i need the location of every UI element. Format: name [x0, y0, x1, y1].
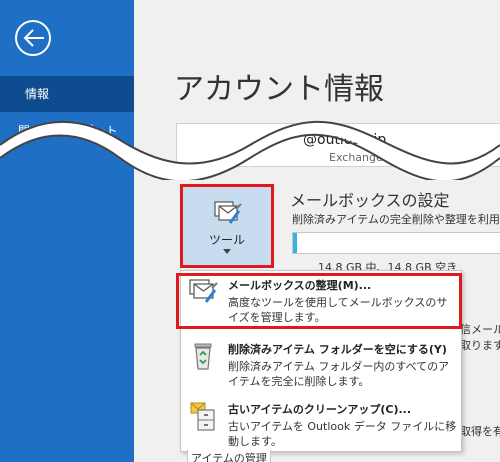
- mailbox-settings-desc: 削除済みアイテムの完全削除や整理を利用: [292, 213, 500, 226]
- menu-item-mailbox-cleanup[interactable]: メールボックスの整理(M)... 高度なツールを使用してメールボックスのサイズを…: [181, 271, 461, 327]
- mailbox-cleanup-icon: [189, 279, 218, 303]
- menu-item-title: 削除済みアイテム フォルダーを空にする(Y): [228, 343, 447, 356]
- sidebar-item-info[interactable]: 情報: [0, 76, 134, 112]
- backstage-sidebar: 情報 開く/エクスポート: [0, 0, 134, 462]
- back-button[interactable]: [15, 20, 51, 56]
- mailbox-settings-title: メールボックスの設定: [290, 191, 450, 210]
- tools-button[interactable]: ツール: [180, 184, 274, 268]
- mailbox-usage-bar: [292, 232, 500, 254]
- menu-item-desc: 削除済みアイテム フォルダー内のすべてのアイテムを完全に削除します。: [228, 360, 450, 388]
- arrow-left-icon: [23, 29, 44, 47]
- mailbox-usage-fill: [293, 233, 298, 253]
- mailbox-tools-icon: [214, 201, 242, 224]
- side-text-3: 取得を有: [460, 425, 500, 438]
- wave-separator: [0, 120, 500, 180]
- chevron-down-icon: [223, 249, 231, 254]
- tools-dropdown-menu: メールボックスの整理(M)... 高度なツールを使用してメールボックスのサイズを…: [180, 270, 462, 452]
- menu-item-desc: 高度なツールを使用してメールボックスのサイズを管理します。: [228, 296, 448, 324]
- recycle-bin-icon: [194, 343, 212, 370]
- archive-cabinet-icon: [190, 402, 215, 431]
- menu-item-title: 古いアイテムのクリーンアップ(C)...: [228, 403, 412, 416]
- tools-button-label: ツール: [208, 233, 245, 247]
- menu-item-empty-deleted[interactable]: 削除済みアイテム フォルダーを空にする(Y) 削除済みアイテム フォルダー内のす…: [181, 335, 461, 391]
- page-title: アカウント情報: [174, 72, 384, 107]
- manage-items-label: アイテムの管理: [187, 450, 271, 462]
- menu-item-title: メールボックスの整理(M)...: [228, 279, 372, 292]
- menu-item-desc: 古いアイテムを Outlook データ ファイルに移動します。: [228, 420, 457, 448]
- menu-item-cleanup-old-items[interactable]: 古いアイテムのクリーンアップ(C)... 古いアイテムを Outlook データ…: [181, 395, 461, 451]
- side-text-1: 信メール: [460, 323, 500, 336]
- side-text-2: 取ります: [460, 339, 500, 352]
